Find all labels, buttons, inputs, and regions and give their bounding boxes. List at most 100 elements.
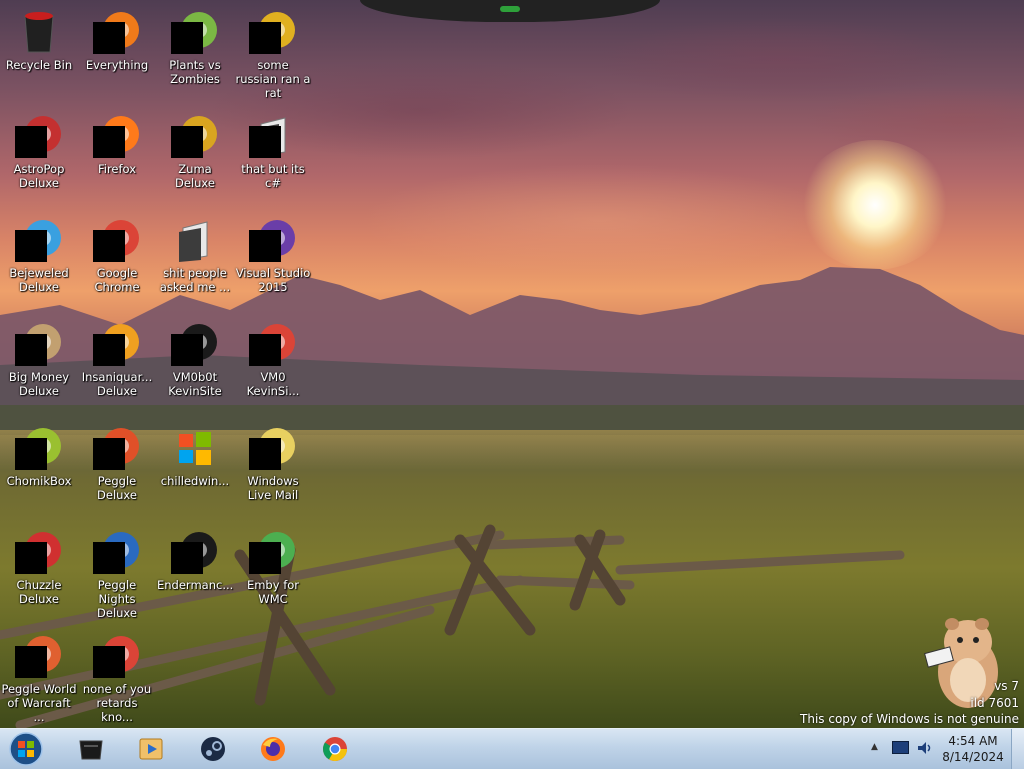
taskbar-steam-button[interactable] xyxy=(184,731,240,767)
desktop-icon[interactable]: ChomikBox xyxy=(0,420,78,488)
desktop-icon-label: Endermanc... xyxy=(157,578,234,592)
not-genuine-notice: This copy of Windows is not genuine xyxy=(800,712,1019,726)
chrome-icon xyxy=(323,737,347,762)
chrome-icon xyxy=(249,320,297,368)
redaction-box xyxy=(15,230,47,262)
taskbar-media-player-button[interactable] xyxy=(122,731,178,767)
up-arrow-icon[interactable]: ▲ xyxy=(871,742,878,752)
desktop-icon[interactable]: Windows Live Mail xyxy=(234,420,312,502)
desktop-icon-label: shit people asked me ... xyxy=(159,266,231,294)
taskbar-chrome-button[interactable] xyxy=(306,731,362,767)
peggle-nights-icon xyxy=(93,528,141,576)
plants-vs-zombies-icon xyxy=(171,8,219,56)
chrome-icon xyxy=(93,632,141,680)
clock-date: 8/14/2024 xyxy=(942,750,1004,764)
desktop-icon[interactable]: Visual Studio 2015 xyxy=(234,212,312,294)
desktop-icon-label: VM0b0t KevinSite xyxy=(168,370,222,398)
desktop-icon[interactable]: Peggle Nights Deluxe xyxy=(78,524,156,620)
redaction-box xyxy=(15,334,47,366)
desktop-icon-label: that but its c# xyxy=(241,162,305,190)
desktop-icon[interactable]: Google Chrome xyxy=(78,212,156,294)
emby-icon xyxy=(249,528,297,576)
desktop-icon[interactable]: Zuma Deluxe xyxy=(156,108,234,190)
desktop-icon[interactable]: VM0 KevinSi... xyxy=(234,316,312,398)
desktop-icon[interactable]: Emby for WMC xyxy=(234,524,312,606)
zuma-icon xyxy=(171,112,219,160)
desktop-icon[interactable]: Peggle Deluxe xyxy=(78,420,156,502)
terminal-icon xyxy=(79,740,103,760)
everything-search-icon xyxy=(93,8,141,56)
windows-version-text: vs 7 xyxy=(994,679,1019,693)
redaction-box xyxy=(93,126,125,158)
redaction-box xyxy=(249,230,281,262)
desktop-icon-grid: Recycle Bin Everything Plants vs Zombies so… xyxy=(0,0,1024,728)
desktop-icon[interactable]: Endermanc... xyxy=(156,524,234,592)
redaction-box xyxy=(249,126,281,158)
desktop-icon-label: Firefox xyxy=(97,162,137,176)
terminal-icon xyxy=(171,320,219,368)
desktop-icon[interactable]: that but its c# xyxy=(234,108,312,190)
desktop-icon-label: ChomikBox xyxy=(6,474,72,488)
start-button[interactable] xyxy=(6,731,46,767)
desktop-icon[interactable]: Peggle World of Warcraft ... xyxy=(0,628,78,724)
desktop-icon-label: Zuma Deluxe xyxy=(175,162,215,190)
desktop-icon-label: Recycle Bin xyxy=(5,58,73,72)
desktop-icon[interactable]: Plants vs Zombies xyxy=(156,4,234,86)
desktop-icon-label: Visual Studio 2015 xyxy=(235,266,311,294)
redaction-box xyxy=(93,230,125,262)
redaction-box xyxy=(249,542,281,574)
redaction-box xyxy=(93,542,125,574)
desktop-icon-label: Everything xyxy=(85,58,149,72)
firefox-icon xyxy=(261,737,285,761)
desktop-icon[interactable]: AstroPop Deluxe xyxy=(0,108,78,190)
desktop-icon-label: Plants vs Zombies xyxy=(169,58,221,86)
network-icon[interactable] xyxy=(892,741,909,754)
desktop-icon[interactable]: some russian ran a rat xyxy=(234,4,312,100)
desktop-icon[interactable]: Bejeweled Deluxe xyxy=(0,212,78,294)
redaction-box xyxy=(93,646,125,678)
windows-logo-icon-art xyxy=(179,432,211,465)
terminal-icon xyxy=(171,528,219,576)
desktop-icon[interactable]: shit people asked me ... xyxy=(156,212,234,294)
redaction-box xyxy=(249,22,281,54)
desktop-icon[interactable]: Chuzzle Deluxe xyxy=(0,524,78,606)
redaction-box xyxy=(93,334,125,366)
firefox-icon xyxy=(93,112,141,160)
desktop-icon[interactable]: none of you retards kno... xyxy=(78,628,156,724)
desktop-icon-label: Google Chrome xyxy=(94,266,140,294)
insaniquarium-icon xyxy=(93,320,141,368)
document-icon xyxy=(249,8,297,56)
bejeweled-icon xyxy=(15,216,63,264)
peggle-wow-icon xyxy=(15,632,63,680)
desktop-icon-label: Bejeweled Deluxe xyxy=(9,266,69,294)
taskbar-terminal-button[interactable] xyxy=(62,731,118,767)
redaction-box xyxy=(249,334,281,366)
desktop-icon[interactable]: Recycle Bin xyxy=(0,4,78,72)
taskbar-clock[interactable]: 4:54 AM 8/14/2024 xyxy=(940,733,1006,765)
chomikbox-icon xyxy=(15,424,63,472)
redaction-box xyxy=(249,438,281,470)
peggle-icon xyxy=(93,424,141,472)
chuzzle-icon xyxy=(15,528,63,576)
redaction-box xyxy=(15,542,47,574)
desktop-icon[interactable]: Firefox xyxy=(78,108,156,176)
redaction-box xyxy=(171,126,203,158)
recycle-bin-icon-art xyxy=(24,12,54,53)
desktop-icon[interactable]: Insaniquar... Deluxe xyxy=(78,316,156,398)
desktop-icon-label: Peggle Nights Deluxe xyxy=(97,578,137,620)
taskbar: ▲ 4:54 AM 8/14/2024 xyxy=(0,728,1024,769)
taskbar-firefox-button[interactable] xyxy=(244,731,300,767)
steam-icon xyxy=(201,737,225,761)
mail-icon xyxy=(249,424,297,472)
volume-icon[interactable] xyxy=(915,739,933,757)
desktop-icon[interactable]: Everything xyxy=(78,4,156,72)
folder-icon xyxy=(171,216,219,264)
redaction-box xyxy=(171,334,203,366)
folder-icon xyxy=(249,112,297,160)
clock-time: 4:54 AM xyxy=(948,734,998,748)
redaction-box xyxy=(171,542,203,574)
desktop-icon[interactable]: chilledwin... xyxy=(156,420,234,488)
desktop-icon[interactable]: VM0b0t KevinSite xyxy=(156,316,234,398)
show-desktop-button[interactable] xyxy=(1011,729,1024,769)
desktop-icon[interactable]: Big Money Deluxe xyxy=(0,316,78,398)
